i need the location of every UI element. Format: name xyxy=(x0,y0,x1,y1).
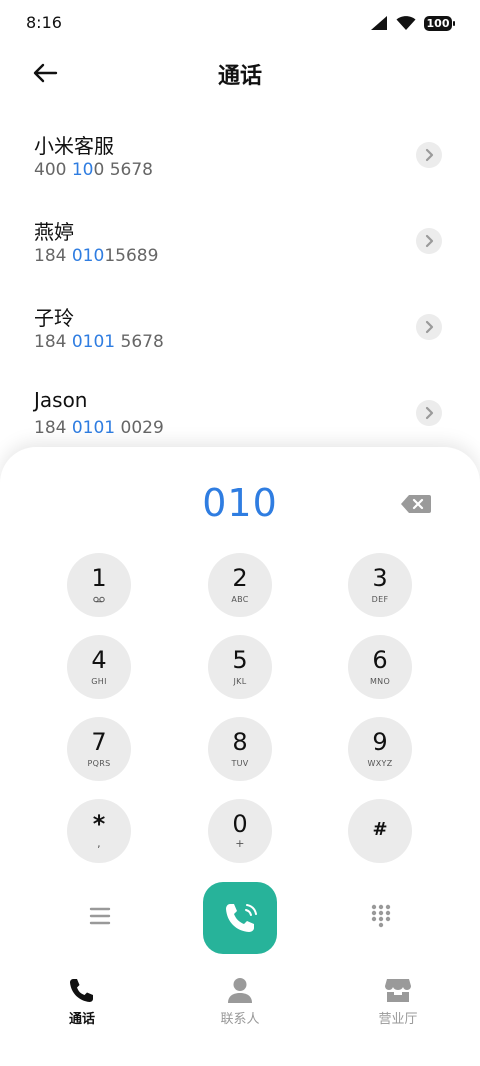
key-7[interactable]: 7 PQRS xyxy=(67,717,131,781)
chevron-right-icon[interactable] xyxy=(416,142,442,168)
number-part: 400 xyxy=(34,160,72,180)
number-match: 10 xyxy=(71,160,94,180)
nav-label: 营业厅 xyxy=(378,1012,418,1027)
key-letters: GHI xyxy=(91,677,107,686)
key-6[interactable]: 6 MNO xyxy=(348,635,412,699)
status-time: 8:16 xyxy=(26,13,62,32)
key-digit: 8 xyxy=(232,728,248,756)
menu-icon[interactable] xyxy=(88,905,112,927)
contact-item[interactable]: Jason 184 0101 0029 xyxy=(0,370,480,456)
key-letters: DEF xyxy=(371,595,389,604)
key-star[interactable]: * , xyxy=(67,799,131,863)
cellular-signal-icon xyxy=(371,16,387,30)
key-letters: TUV xyxy=(231,759,249,768)
key-letters: + xyxy=(235,837,245,850)
key-digit: # xyxy=(372,819,388,840)
voicemail-icon xyxy=(93,596,105,603)
key-digit: 9 xyxy=(372,728,388,756)
number-part: 184 xyxy=(34,332,72,352)
dialpad-icon[interactable] xyxy=(370,904,392,928)
key-letters: JKL xyxy=(233,677,247,686)
contact-number: 184 01015689 xyxy=(34,246,158,266)
number-match: 0101 xyxy=(71,418,116,438)
contact-item[interactable]: 小米客服 400 100 5678 xyxy=(0,112,480,198)
key-digit: 6 xyxy=(372,646,388,674)
chevron-right-icon[interactable] xyxy=(416,400,442,426)
contact-number: 184 0101 5678 xyxy=(34,332,164,352)
status-icons: 100 xyxy=(370,12,455,34)
call-button[interactable] xyxy=(203,882,277,954)
number-part: 5678 xyxy=(115,332,164,352)
key-8[interactable]: 8 TUV xyxy=(208,717,272,781)
number-part: 0029 xyxy=(115,418,164,438)
contact-name: Jason xyxy=(34,388,88,412)
key-letters: , xyxy=(97,837,101,850)
key-2[interactable]: 2 ABC xyxy=(208,553,272,617)
contact-name: 燕婷 xyxy=(34,220,74,244)
key-hash[interactable]: # xyxy=(348,799,412,863)
wifi-icon xyxy=(396,16,416,30)
key-digit: 7 xyxy=(91,728,107,756)
phone-call-icon xyxy=(226,904,257,932)
key-letters: PQRS xyxy=(87,759,111,768)
key-digit: 1 xyxy=(91,564,107,592)
contact-item[interactable]: 子玲 184 0101 5678 xyxy=(0,284,480,370)
nav-item-calls[interactable]: 通话 xyxy=(32,976,132,1032)
number-match: 010 xyxy=(71,246,105,266)
status-bar: 8:16 100 xyxy=(0,0,480,46)
person-icon xyxy=(228,978,252,1003)
key-digit: 4 xyxy=(91,646,107,674)
key-letters: MNO xyxy=(369,677,391,686)
key-4[interactable]: 4 GHI xyxy=(67,635,131,699)
bottom-nav: 通话 联系人 营业厅 xyxy=(0,968,480,1038)
number-match: 0101 xyxy=(71,332,116,352)
nav-label: 通话 xyxy=(68,1012,95,1027)
number-part: 0 5678 xyxy=(93,160,153,180)
key-digit: 5 xyxy=(232,646,248,674)
key-9[interactable]: 9 WXYZ xyxy=(348,717,412,781)
contact-number: 184 0101 0029 xyxy=(34,418,164,438)
battery-icon: 100 xyxy=(424,15,455,31)
key-letters: ABC xyxy=(231,595,249,604)
contact-number: 400 100 5678 xyxy=(34,160,153,180)
key-letters: WXYZ xyxy=(367,759,393,768)
nav-item-store[interactable]: 营业厅 xyxy=(348,976,448,1032)
backspace-icon[interactable] xyxy=(400,493,432,515)
key-digit: 2 xyxy=(232,564,248,592)
chevron-right-icon[interactable] xyxy=(416,228,442,254)
key-3[interactable]: 3 DEF xyxy=(348,553,412,617)
contact-list: 小米客服 400 100 5678 燕婷 184 01015689 子玲 184… xyxy=(0,112,480,456)
nav-label: 联系人 xyxy=(220,1012,260,1027)
page-title: 通话 xyxy=(217,64,262,89)
number-part: 184 xyxy=(34,418,72,438)
key-digit: 3 xyxy=(372,564,388,592)
header: 通话 xyxy=(0,46,480,102)
battery-level: 100 xyxy=(426,16,450,30)
number-part: 184 xyxy=(34,246,72,266)
key-1[interactable]: 1 xyxy=(67,553,131,617)
contact-name: 子玲 xyxy=(34,306,74,330)
key-digit: 0 xyxy=(232,810,248,838)
key-0[interactable]: 0 + xyxy=(208,799,272,863)
contact-item[interactable]: 燕婷 184 01015689 xyxy=(0,198,480,284)
store-icon xyxy=(385,979,411,1002)
chevron-right-icon[interactable] xyxy=(416,314,442,340)
contact-name: 小米客服 xyxy=(34,134,114,158)
number-part: 15689 xyxy=(104,246,159,266)
key-digit: * xyxy=(92,810,106,838)
nav-item-contacts[interactable]: 联系人 xyxy=(190,976,290,1032)
key-5[interactable]: 5 JKL xyxy=(208,635,272,699)
phone-icon xyxy=(70,979,93,1002)
